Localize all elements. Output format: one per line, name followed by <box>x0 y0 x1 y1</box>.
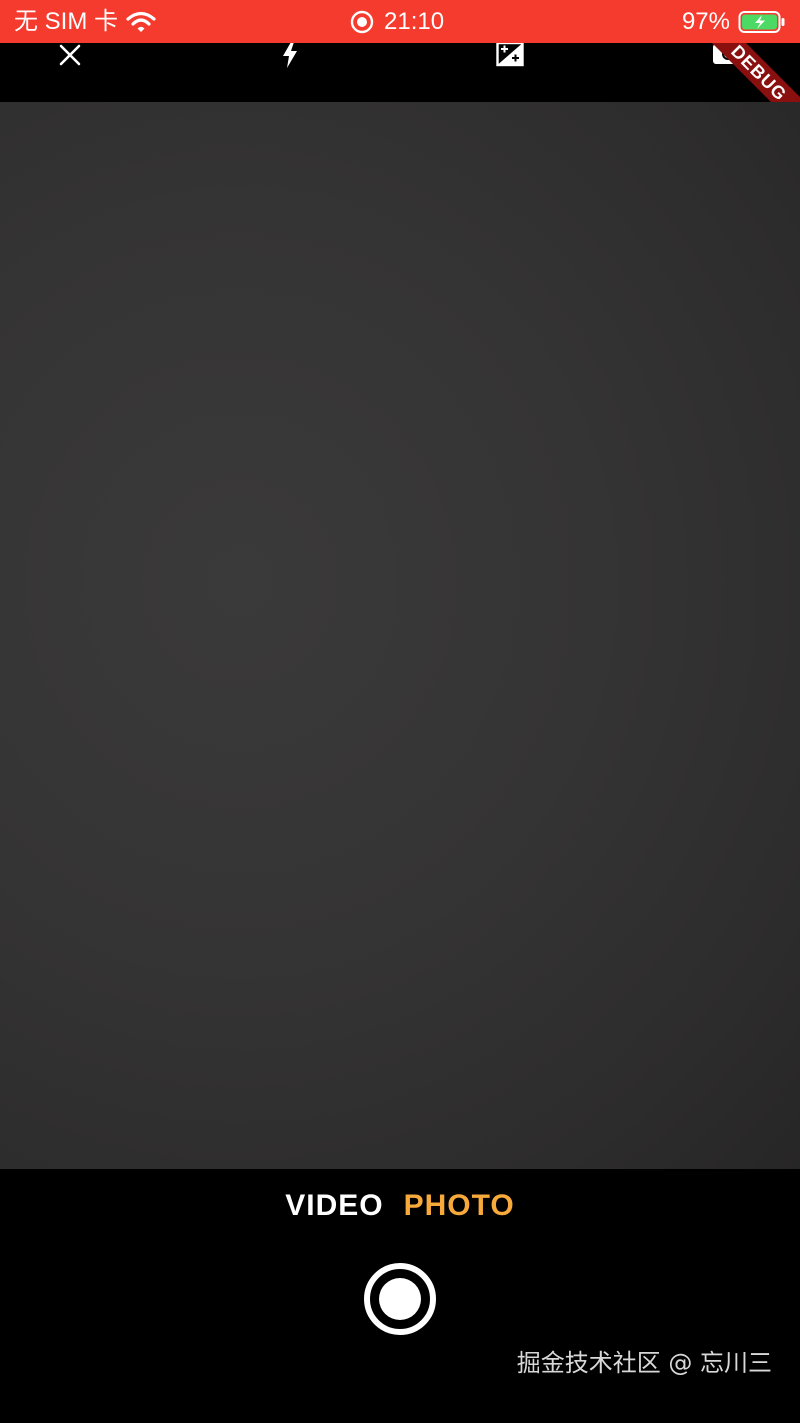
close-icon <box>59 44 81 66</box>
battery-percent: 97% <box>681 8 730 35</box>
status-time: 21:10 <box>384 8 445 35</box>
camera-controls: VIDEO PHOTO 掘金技术社区 @ 忘川三 <box>0 1169 800 1423</box>
exposure-icon <box>496 43 524 67</box>
mode-photo-tab[interactable]: PHOTO <box>404 1189 515 1223</box>
exposure-button[interactable] <box>488 43 532 67</box>
screen-record-icon <box>350 10 374 33</box>
status-bar: 无 SIM 卡 21:10 97% <box>0 0 800 43</box>
watermark: 掘金技术社区 @ 忘川三 <box>516 1349 772 1377</box>
status-right: 97% <box>682 8 786 35</box>
carrier-label: 无 SIM 卡 <box>14 8 119 35</box>
status-center: 21:10 <box>350 8 444 35</box>
mode-video-tab[interactable]: VIDEO <box>285 1189 383 1223</box>
shutter-icon <box>379 1278 421 1320</box>
camera-toolbar: DEBUG <box>0 43 800 102</box>
wifi-icon <box>126 11 156 32</box>
shutter-button[interactable] <box>364 1263 436 1335</box>
status-left: 无 SIM 卡 <box>14 8 156 35</box>
close-button[interactable] <box>48 43 92 67</box>
flash-button[interactable] <box>268 43 312 68</box>
mode-switch: VIDEO PHOTO <box>0 1189 800 1223</box>
battery-charging-icon <box>738 10 785 33</box>
flash-icon <box>283 43 297 68</box>
camera-preview[interactable] <box>0 102 800 1169</box>
